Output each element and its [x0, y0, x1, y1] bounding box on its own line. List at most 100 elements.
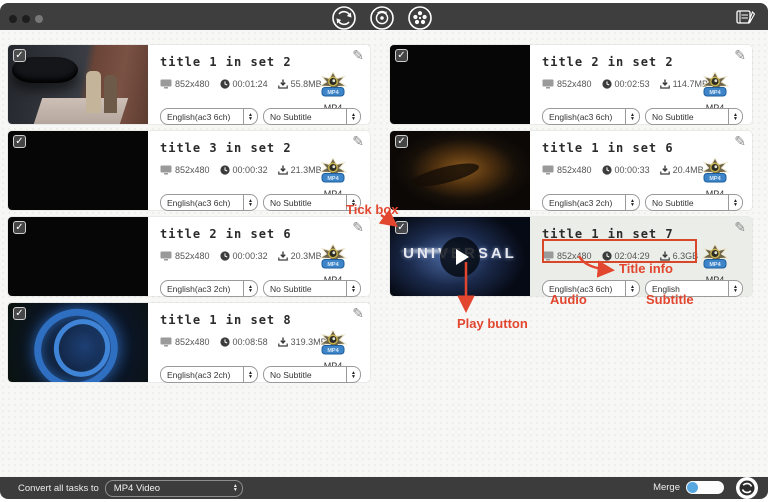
subtitle-select[interactable]: No Subtitle ▲▼ — [263, 366, 361, 383]
edit-pencil-icon[interactable]: ✎ — [352, 219, 364, 236]
duration-segment: 02:04:29 — [602, 251, 650, 261]
output-format-select[interactable]: MP4 Video ▲▼ — [105, 480, 243, 497]
title-checkbox[interactable]: ✓ — [395, 135, 408, 148]
svg-text:MP4: MP4 — [327, 90, 339, 96]
audio-select[interactable]: English(ac3 6ch) ▲▼ — [160, 194, 258, 211]
title-checkbox[interactable]: ✓ — [13, 307, 26, 320]
display-icon — [160, 251, 172, 261]
display-icon — [542, 165, 554, 175]
edit-pencil-icon[interactable]: ✎ — [352, 133, 364, 150]
title-name: title 1 in set 6 — [542, 141, 674, 155]
audio-select-value: English(ac3 2ch) — [161, 370, 243, 380]
edit-pencil-icon[interactable]: ✎ — [352, 47, 364, 64]
stepper-icon: ▲▼ — [728, 109, 742, 124]
title-card[interactable]: ✓ title 2 in set 2 852x480 00:02:5 — [390, 45, 752, 124]
subtitle-annotation: Subtitle — [646, 292, 694, 307]
edit-pencil-icon[interactable]: ✎ — [734, 133, 746, 150]
audio-select[interactable]: English(ac3 2ch) ▲▼ — [160, 366, 258, 383]
title-card[interactable]: ✓ title 3 in set 2 852x480 00:00:3 — [8, 131, 370, 210]
sync-icon[interactable] — [331, 5, 357, 31]
merge-label: Merge — [653, 482, 680, 493]
title-checkbox[interactable]: ✓ — [395, 49, 408, 62]
edit-pencil-icon[interactable]: ✎ — [734, 219, 746, 236]
title-card[interactable]: UNIVERSAL ✓ title 1 in set 7 852x480 — [390, 217, 752, 296]
video-thumbnail[interactable]: UNIVERSAL ✓ — [390, 217, 530, 296]
merge-toggle[interactable] — [686, 481, 724, 494]
subtitle-select-value: No Subtitle — [646, 112, 728, 122]
title-checkbox[interactable]: ✓ — [395, 221, 408, 234]
subtitle-select-value: No Subtitle — [646, 198, 728, 208]
resolution-segment: 852x480 — [542, 165, 592, 175]
play-button[interactable] — [440, 237, 480, 277]
video-thumbnail[interactable]: ✓ — [8, 45, 148, 124]
format-star-icon: MP4 — [700, 158, 730, 184]
video-thumbnail[interactable]: ✓ — [390, 45, 530, 124]
tick-box-annotation: Tick box — [346, 202, 399, 217]
display-icon — [160, 79, 172, 89]
title-bar — [0, 3, 768, 30]
duration-value: 00:01:24 — [233, 79, 268, 89]
stepper-icon: ▲▼ — [625, 281, 639, 296]
title-name: title 1 in set 7 — [542, 227, 674, 241]
subtitle-select[interactable]: No Subtitle ▲▼ — [645, 108, 743, 125]
subtitle-select[interactable]: No Subtitle ▲▼ — [645, 194, 743, 211]
stepper-icon: ▲▼ — [229, 481, 242, 496]
title-info-row: 852x480 00:01:24 55.8MB — [160, 79, 328, 89]
check-icon: ✓ — [15, 222, 23, 233]
track-selectors: English(ac3 6ch) ▲▼ No Subtitle ▲▼ — [542, 108, 743, 125]
check-icon: ✓ — [397, 222, 405, 233]
title-info-annotation: Title info — [619, 261, 673, 276]
video-thumbnail[interactable]: ✓ — [390, 131, 530, 210]
title-name: title 3 in set 2 — [160, 141, 292, 155]
convert-all-label: Convert all tasks to — [18, 483, 99, 494]
title-checkbox[interactable]: ✓ — [13, 49, 26, 62]
stepper-icon: ▲▼ — [625, 109, 639, 124]
clock-icon — [220, 165, 230, 175]
duration-segment: 00:01:24 — [220, 79, 268, 89]
stepper-icon: ▲▼ — [243, 367, 257, 382]
title-details: title 1 in set 6 852x480 00:00:33 — [540, 131, 752, 210]
title-checkbox[interactable]: ✓ — [13, 135, 26, 148]
disc-source-icon[interactable] — [369, 5, 395, 31]
audio-select[interactable]: English(ac3 2ch) ▲▼ — [542, 194, 640, 211]
run-convert-button[interactable] — [736, 477, 758, 499]
subtitle-select-value: No Subtitle — [264, 370, 346, 380]
title-column-left: ✓ title 1 in set 2 852x480 00:01:2 — [8, 30, 370, 477]
title-details: title 2 in set 6 852x480 00:00:32 — [158, 217, 370, 296]
stepper-icon: ▲▼ — [243, 281, 257, 296]
film-reel-icon[interactable] — [407, 5, 433, 31]
subtitle-select[interactable]: No Subtitle ▲▼ — [263, 108, 361, 125]
svg-text:MP4: MP4 — [709, 90, 721, 96]
title-card[interactable]: ✓ title 1 in set 8 852x480 00:08:5 — [8, 303, 370, 382]
check-icon: ✓ — [397, 50, 405, 61]
title-card[interactable]: ✓ title 2 in set 6 852x480 00:00:3 — [8, 217, 370, 296]
resolution-segment: 852x480 — [160, 251, 210, 261]
audio-select[interactable]: English(ac3 6ch) ▲▼ — [542, 108, 640, 125]
minimize-window-button[interactable] — [22, 15, 30, 23]
subtitle-select[interactable]: No Subtitle ▲▼ — [263, 280, 361, 297]
clock-icon — [602, 251, 612, 261]
format-badge: MP4 MP4 — [698, 244, 732, 285]
title-card[interactable]: ✓ title 1 in set 2 852x480 00:01:2 — [8, 45, 370, 124]
close-window-button[interactable] — [9, 15, 17, 23]
format-badge: MP4 MP4 — [698, 72, 732, 113]
video-thumbnail[interactable]: ✓ — [8, 217, 148, 296]
track-selectors: English(ac3 2ch) ▲▼ No Subtitle ▲▼ — [542, 194, 743, 211]
stepper-icon: ▲▼ — [243, 195, 257, 210]
audio-select[interactable]: English(ac3 2ch) ▲▼ — [160, 280, 258, 297]
title-name: title 1 in set 2 — [160, 55, 292, 69]
zoom-window-button[interactable] — [35, 15, 43, 23]
audio-select[interactable]: English(ac3 6ch) ▲▼ — [160, 108, 258, 125]
edit-pencil-icon[interactable]: ✎ — [352, 305, 364, 322]
stepper-icon: ▲▼ — [625, 195, 639, 210]
title-name: title 1 in set 8 — [160, 313, 292, 327]
video-edit-icon[interactable] — [736, 9, 756, 31]
clock-icon — [220, 251, 230, 261]
title-card[interactable]: ✓ title 1 in set 6 852x480 00:00:3 — [390, 131, 752, 210]
title-checkbox[interactable]: ✓ — [13, 221, 26, 234]
edit-pencil-icon[interactable]: ✎ — [734, 47, 746, 64]
video-thumbnail[interactable]: ✓ — [8, 303, 148, 382]
video-thumbnail[interactable]: ✓ — [8, 131, 148, 210]
size-segment: 6.3GB — [660, 251, 699, 261]
format-badge: MP4 MP4 — [316, 330, 350, 371]
